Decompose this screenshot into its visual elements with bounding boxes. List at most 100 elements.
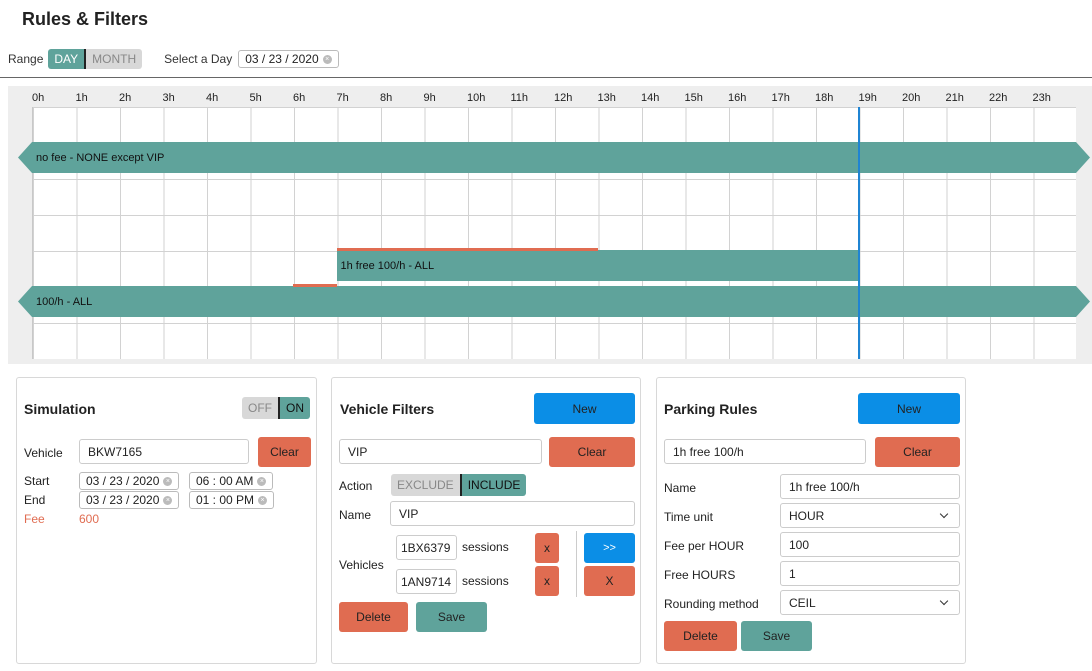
filter-name-label: Name [339, 508, 372, 522]
hour-label: 14h [641, 92, 660, 104]
remove-vehicle-button[interactable]: x [535, 533, 559, 563]
current-time-line [857, 107, 860, 359]
hour-label: 12h [554, 92, 573, 104]
filter-clear-button[interactable]: Clear [549, 437, 635, 467]
rule-save-button[interactable]: Save [741, 621, 812, 651]
simulation-toggle[interactable]: OFF ON [242, 397, 310, 419]
rule-delete-button[interactable]: Delete [664, 621, 737, 651]
start-label: Start [24, 474, 50, 488]
more-vehicles-button[interactable]: >> [584, 533, 635, 563]
fee-per-label: Fee per HOUR [664, 539, 745, 553]
filter-save-button[interactable]: Save [416, 602, 487, 632]
header-divider [0, 77, 1092, 78]
new-filter-button[interactable]: New [534, 393, 635, 424]
hour-label: 21h [945, 92, 964, 104]
rule-bar-label: 1h free 100/h - ALL [340, 259, 435, 272]
simulation-off[interactable]: OFF [242, 397, 278, 419]
clear-start-time-icon[interactable]: × [257, 476, 267, 486]
vehicle-input[interactable]: BKW7165 [79, 439, 249, 464]
end-date-value: 03 / 23 / 2020 [86, 493, 160, 507]
rule-search-input[interactable]: 1h free 100/h [664, 439, 866, 464]
time-unit-label: Time unit [664, 510, 713, 524]
parking-rules-panel: Parking Rules New 1h free 100/h Clear Na… [656, 377, 966, 664]
range-month-option[interactable]: MONTH [86, 49, 143, 69]
parking-rules-title: Parking Rules [664, 401, 758, 417]
hour-label: 2h [119, 92, 132, 104]
filter-name-input[interactable]: VIP [390, 501, 635, 526]
rounding-value: CEIL [789, 595, 816, 610]
hour-label: 17h [771, 92, 790, 104]
vehicle-plate: 1BX6379 [396, 535, 457, 560]
hour-label: 13h [597, 92, 616, 104]
rounding-select[interactable]: CEIL [780, 590, 960, 615]
vehicles-label: Vehicles [339, 558, 384, 572]
rule-bar-label: 100/h - ALL [36, 295, 93, 308]
simulation-on[interactable]: ON [280, 397, 310, 419]
action-exclude[interactable]: EXCLUDE [391, 474, 460, 496]
simulation-range-line [293, 284, 337, 287]
vehicle-sessions-link[interactable]: sessions [462, 574, 509, 588]
rule-bar[interactable]: 1h free 100/h - ALL [336, 250, 859, 281]
range-toggle: DAY MONTH [48, 49, 143, 69]
hour-label: 10h [467, 92, 486, 104]
clear-start-date-icon[interactable]: × [163, 476, 173, 486]
simulation-clear-button[interactable]: Clear [258, 437, 311, 467]
free-hours-input[interactable]: 1 [780, 561, 960, 586]
day-date-input[interactable]: 03 / 23 / 2020 × [238, 50, 339, 68]
start-time-value: 06 : 00 AM [196, 474, 254, 488]
hour-label: 16h [728, 92, 747, 104]
hour-label: 20h [902, 92, 921, 104]
rule-clear-button[interactable]: Clear [875, 437, 960, 467]
simulation-panel: Simulation OFF ON Vehicle BKW7165 Clear … [16, 377, 317, 664]
hour-label: 5h [249, 92, 262, 104]
range-label: Range [8, 52, 44, 66]
timeline: 0h 1h 2h 3h 4h 5h 6h 7h 8h 9h 10h 11h 12h 13h 14h 15h 16… [8, 86, 1092, 364]
hour-label: 23h [1032, 92, 1051, 104]
filter-search-input[interactable]: VIP [339, 439, 542, 464]
select-day-label: Select a Day [164, 52, 233, 66]
new-rule-button[interactable]: New [858, 393, 960, 424]
clear-end-date-icon[interactable]: × [163, 495, 173, 505]
day-date-value: 03 / 23 / 2020 [245, 52, 319, 66]
hour-label: 8h [380, 92, 393, 104]
hour-label: 19h [858, 92, 877, 104]
chevron-down-icon [939, 596, 949, 605]
time-unit-select[interactable]: HOUR [780, 503, 960, 528]
remove-all-vehicles-button[interactable]: X [584, 566, 635, 596]
filter-delete-button[interactable]: Delete [339, 602, 408, 632]
rule-bar-label: no fee - NONE except VIP [36, 151, 165, 164]
action-include[interactable]: INCLUDE [461, 474, 527, 496]
vehicle-filters-panel: Vehicle Filters New VIP Clear Action EXC… [331, 377, 641, 664]
hour-label: 4h [206, 92, 219, 104]
vehicle-label: Vehicle [24, 446, 63, 460]
range-day-option[interactable]: DAY [48, 49, 85, 69]
rounding-label: Rounding method [664, 597, 759, 611]
vehicle-filters-title: Vehicle Filters [340, 401, 435, 417]
action-toggle[interactable]: EXCLUDE INCLUDE [391, 474, 527, 496]
rule-bar[interactable]: 100/h - ALL [18, 286, 1090, 317]
remove-vehicle-button[interactable]: x [535, 566, 559, 596]
start-time-input[interactable]: 06 : 00 AM × [189, 472, 274, 490]
vehicle-sessions-link[interactable]: sessions [462, 540, 509, 554]
end-time-value: 01 : 00 PM [196, 493, 255, 507]
free-hours-label: Free HOURS [664, 568, 736, 582]
hour-label: 22h [989, 92, 1008, 104]
hour-label: 18h [815, 92, 834, 104]
clear-end-time-icon[interactable]: × [258, 495, 268, 505]
hour-label: 0h [32, 92, 45, 104]
start-date-input[interactable]: 03 / 23 / 2020 × [79, 472, 180, 490]
simulation-title: Simulation [24, 401, 96, 417]
clear-date-icon[interactable]: × [322, 54, 332, 64]
vehicle-plate: 1AN9714 [396, 569, 457, 594]
rule-bar[interactable]: no fee - NONE except VIP [18, 142, 1090, 173]
end-date-input[interactable]: 03 / 23 / 2020 × [79, 491, 180, 509]
action-label: Action [339, 479, 373, 493]
fee-per-input[interactable]: 100 [780, 532, 960, 557]
end-time-input[interactable]: 01 : 00 PM × [189, 491, 275, 509]
hour-label: 7h [336, 92, 349, 104]
simulation-range-line [336, 248, 598, 251]
rule-name-input[interactable]: 1h free 100/h [780, 474, 960, 499]
page-title: Rules & Filters [22, 9, 149, 29]
hour-label: 15h [684, 92, 703, 104]
hour-label: 1h [75, 92, 88, 104]
